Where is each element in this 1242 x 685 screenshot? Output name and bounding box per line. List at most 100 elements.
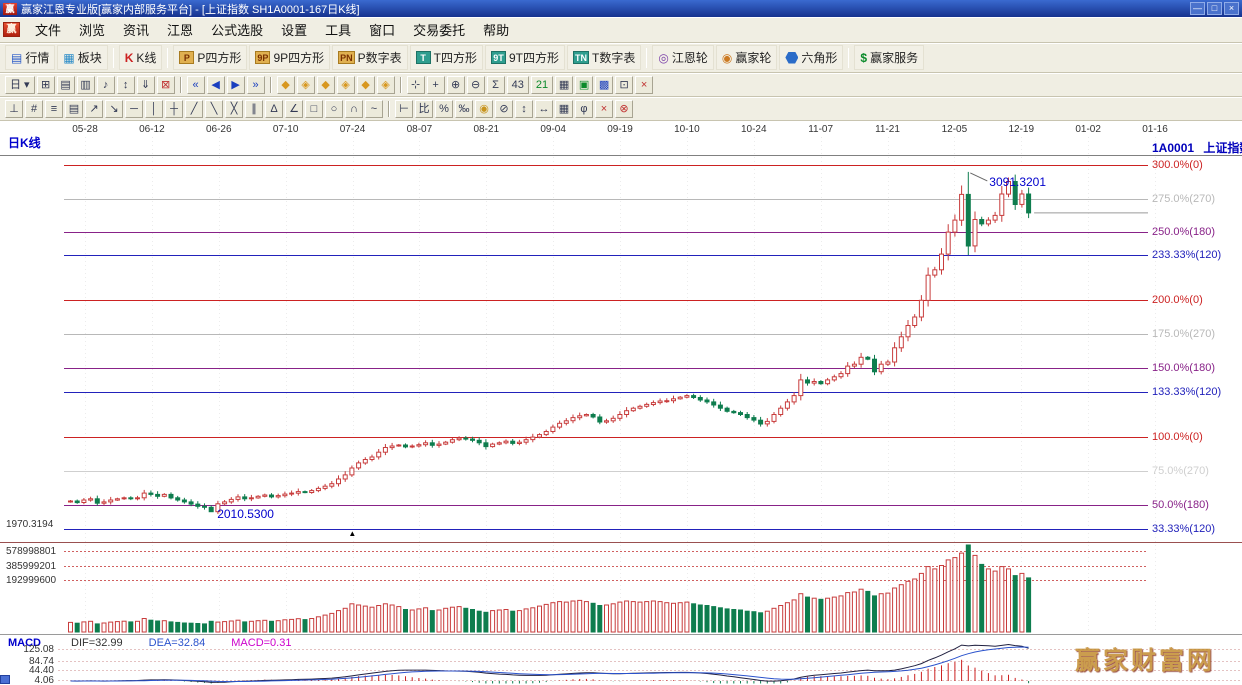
draw-band-icon[interactable]: ▦ xyxy=(555,100,573,118)
menu-trade[interactable]: 交易委托 xyxy=(404,17,474,42)
tool-gann-diamond-6-icon[interactable]: ◈ xyxy=(377,76,395,94)
tool-green-board-icon[interactable]: ▣ xyxy=(575,76,593,94)
menu-window[interactable]: 窗口 xyxy=(360,17,404,42)
menu-settings[interactable]: 设置 xyxy=(272,17,316,42)
tool-gann-diamond-3-icon[interactable]: ◆ xyxy=(317,76,335,94)
draw-percent-icon[interactable]: % xyxy=(435,100,453,118)
draw-horizontal-line-icon[interactable]: ─ xyxy=(125,100,143,118)
draw-price-measure-icon[interactable]: ↕ xyxy=(515,100,533,118)
draw-arc-icon[interactable]: ∩ xyxy=(345,100,363,118)
tool-badge-21-icon[interactable]: 21 xyxy=(531,76,553,94)
toolbar-button-quotes[interactable]: ▤行情 xyxy=(5,45,55,70)
menu-news[interactable]: 资讯 xyxy=(114,17,158,42)
menu-file[interactable]: 文件 xyxy=(26,17,70,42)
toolbar-button-gann-wheel[interactable]: ◎江恩轮 xyxy=(652,45,714,70)
date-tick-label: 07-10 xyxy=(273,124,299,135)
toolbar-button-p-number-table[interactable]: PNP数字表 xyxy=(332,45,408,70)
tool-zoom-in-icon[interactable]: ⊕ xyxy=(447,76,465,94)
tool-swap-axis-icon[interactable]: ↕ xyxy=(117,76,135,94)
tool-calendar-icon[interactable]: ▦ xyxy=(555,76,573,94)
volume-axis-label: 385999201 xyxy=(6,561,56,572)
menu-formula-select[interactable]: 公式选股 xyxy=(202,17,272,42)
draw-angle-icon[interactable]: ∠ xyxy=(285,100,303,118)
draw-trend-up-icon[interactable]: ↗ xyxy=(85,100,103,118)
tool-nav-prev-icon[interactable]: ◀ xyxy=(207,76,225,94)
draw-grid-icon[interactable]: # xyxy=(25,100,43,118)
draw-measure-icon[interactable]: ⊢ xyxy=(395,100,413,118)
chart-panel[interactable]: 日K线 1A0001 上证指数 1970.3194 MACD DIF=32.99… xyxy=(0,121,1242,685)
volume-axis-label: 578998801 xyxy=(6,546,56,557)
tool-gann-diamond-1-icon[interactable]: ◆ xyxy=(277,76,295,94)
gann-level-label: 100.0%(0) xyxy=(1152,431,1203,443)
toolbar-button-hexagon[interactable]: 六角形 xyxy=(779,45,843,70)
toolbar-button-9p-square[interactable]: 9P9P四方形 xyxy=(249,45,330,70)
draw-permille-icon[interactable]: ‰ xyxy=(455,100,473,118)
toolbar-button-sectors[interactable]: ▦板块 xyxy=(57,45,107,70)
draw-gold-section-icon[interactable]: ⊘ xyxy=(495,100,513,118)
draw-erase-all-icon[interactable]: ⊗ xyxy=(615,100,633,118)
toolbar-button-winner-service[interactable]: $赢家服务 xyxy=(854,45,924,70)
draw-vertical-line-icon[interactable]: │ xyxy=(145,100,163,118)
draw-delete-line-icon[interactable]: × xyxy=(595,100,613,118)
tool-nav-last-icon[interactable]: » xyxy=(247,76,265,94)
tool-nav-first-icon[interactable]: « xyxy=(187,76,205,94)
tool-zoom-out-icon[interactable]: ⊖ xyxy=(467,76,485,94)
macd-axis-label: 4.06 xyxy=(2,675,54,685)
toolbar-button-t-number-table[interactable]: TNT数字表 xyxy=(567,45,641,70)
draw-trend-down-icon[interactable]: ↘ xyxy=(105,100,123,118)
draw-golden-coin-icon[interactable]: ◉ xyxy=(475,100,493,118)
draw-parallel-channel-icon[interactable]: ∥ xyxy=(245,100,263,118)
watermark: 赢家财富网 xyxy=(1075,641,1215,677)
close-button[interactable]: × xyxy=(1224,2,1239,15)
signal-marker: ▲ xyxy=(348,530,356,538)
draw-cross-line-icon[interactable]: ┼ xyxy=(165,100,183,118)
tool-stats-icon[interactable]: Σ xyxy=(487,76,505,94)
tool-gann-diamond-4-icon[interactable]: ◈ xyxy=(337,76,355,94)
toolbar-button-label: 板块 xyxy=(78,49,102,66)
toolbar-button-kline[interactable]: KK线 xyxy=(119,45,163,70)
tool-crosshair-icon[interactable]: + xyxy=(427,76,445,94)
tool-info-panel-icon[interactable]: ▥ xyxy=(77,76,95,94)
draw-layers-icon[interactable]: ▤ xyxy=(65,100,83,118)
tool-badge-43-icon[interactable]: 43 xyxy=(507,76,529,94)
draw-wave-icon[interactable]: ~ xyxy=(365,100,383,118)
tool-gann-diamond-5-icon[interactable]: ◆ xyxy=(357,76,375,94)
toolbar-button-p-square[interactable]: PP四方形 xyxy=(173,45,247,70)
draw-diagonal-down-icon[interactable]: ╲ xyxy=(205,100,223,118)
menu-browse[interactable]: 浏览 xyxy=(70,17,114,42)
tool-reset-axis-icon[interactable]: ⇓ xyxy=(137,76,155,94)
draw-axis-icon[interactable]: ⊥ xyxy=(5,100,23,118)
draw-triangle-icon[interactable]: Δ xyxy=(265,100,283,118)
menu-tools[interactable]: 工具 xyxy=(316,17,360,42)
tool-overlay-window-icon[interactable]: ⊞ xyxy=(37,76,55,94)
tool-sound-alert-icon[interactable]: ♪ xyxy=(97,76,115,94)
draw-time-measure-icon[interactable]: ↔ xyxy=(535,100,553,118)
draw-ellipse-icon[interactable]: ○ xyxy=(325,100,343,118)
draw-diagonal-up-icon[interactable]: ╱ xyxy=(185,100,203,118)
tool-nav-next-icon[interactable]: ▶ xyxy=(227,76,245,94)
trough-price-annotation: 2010.5300 xyxy=(217,507,274,521)
toolbar-button-label: 六角形 xyxy=(801,49,837,66)
tool-close-view-icon[interactable]: × xyxy=(635,76,653,94)
tool-gann-diamond-2-icon[interactable]: ◈ xyxy=(297,76,315,94)
minimize-button[interactable]: — xyxy=(1190,2,1205,15)
toolbar-button-t-square[interactable]: TT四方形 xyxy=(410,45,483,70)
tool-delete-region-icon[interactable]: ⊠ xyxy=(157,76,175,94)
tool-indicator-list-icon[interactable]: ▤ xyxy=(57,76,75,94)
menu-help[interactable]: 帮助 xyxy=(474,17,518,42)
draw-fib-icon[interactable]: φ xyxy=(575,100,593,118)
kline-chart-canvas[interactable] xyxy=(0,121,1242,685)
maximize-button[interactable]: □ xyxy=(1207,2,1222,15)
tool-lock-icon[interactable]: ⊡ xyxy=(615,76,633,94)
tool-period-day-dropdown[interactable]: 日 ▾ xyxy=(5,76,35,94)
toolbar-button-winner-wheel[interactable]: ◉赢家轮 xyxy=(716,45,778,70)
draw-rectangle-icon[interactable]: □ xyxy=(305,100,323,118)
toolbar-button-9t-square[interactable]: 9T9T四方形 xyxy=(485,45,565,70)
draw-cross-diagonal-icon[interactable]: ╳ xyxy=(225,100,243,118)
draw-ratio-icon[interactable]: 比 xyxy=(415,100,433,118)
tool-hand-tool-icon[interactable]: ⊹ xyxy=(407,76,425,94)
draw-stack-icon[interactable]: ≡ xyxy=(45,100,63,118)
tool-navy-board-icon[interactable]: ▩ xyxy=(595,76,613,94)
menu-gann[interactable]: 江恩 xyxy=(158,17,202,42)
toolbar-separator xyxy=(400,77,402,93)
